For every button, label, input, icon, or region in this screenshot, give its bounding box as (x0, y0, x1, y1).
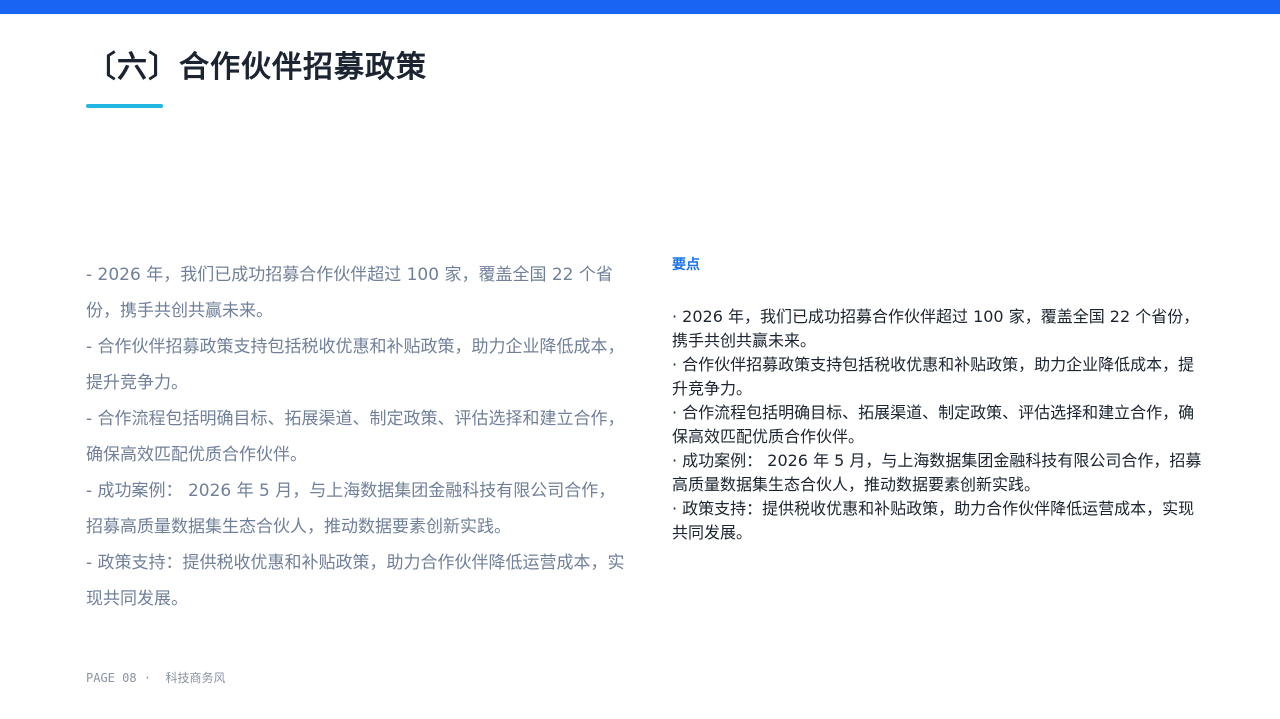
key-point-item: · 成功案例： 2026 年 5 月，与上海数据集团金融科技有限公司合作，招募高… (672, 451, 1202, 494)
page-number: PAGE 08 (86, 671, 137, 685)
body-bullet-item: - 成功案例： 2026 年 5 月，与上海数据集团金融科技有限公司合作，招募高… (86, 481, 616, 537)
title-underline (86, 104, 163, 108)
key-points-list: · 2026 年，我们已成功招募合作伙伴超过 100 家，覆盖全国 22 个省份… (672, 305, 1202, 545)
body-bullet-item: - 合作伙伴招募政策支持包括税收优惠和补贴政策，助力企业降低成本，提升竞争力。 (86, 337, 625, 393)
top-accent-bar (0, 0, 1280, 14)
body-bullet-list: - 2026 年，我们已成功招募合作伙伴超过 100 家，覆盖全国 22 个省份… (86, 257, 626, 617)
key-point-item: · 合作伙伴招募政策支持包括税收优惠和补贴政策，助力企业降低成本，提升竞争力。 (672, 355, 1195, 398)
body-bullet-item: - 2026 年，我们已成功招募合作伙伴超过 100 家，覆盖全国 22 个省份… (86, 265, 613, 321)
slide-footer: PAGE 08 · 科技商务风 (86, 669, 226, 686)
key-point-item: · 政策支持：提供税收优惠和补贴政策，助力合作伙伴降低运营成本，实现共同发展。 (672, 499, 1195, 542)
body-bullet-item: - 政策支持：提供税收优惠和补贴政策，助力合作伙伴降低运营成本，实现共同发展。 (86, 553, 625, 609)
slide-title: 〔六〕合作伙伴招募政策 (86, 50, 427, 85)
key-point-item: · 2026 年，我们已成功招募合作伙伴超过 100 家，覆盖全国 22 个省份… (672, 307, 1200, 350)
key-points-panel: 要点 · 2026 年，我们已成功招募合作伙伴超过 100 家，覆盖全国 22 … (672, 254, 1202, 545)
slide: 〔六〕合作伙伴招募政策 - 2026 年，我们已成功招募合作伙伴超过 100 家… (0, 0, 1280, 719)
footer-separator: · (143, 671, 152, 685)
body-bullet-item: - 合作流程包括明确目标、拓展渠道、制定政策、评估选择和建立合作，确保高效匹配优… (86, 409, 625, 465)
theme-label: 科技商务风 (165, 671, 226, 685)
key-points-heading: 要点 (672, 257, 700, 273)
key-point-item: · 合作流程包括明确目标、拓展渠道、制定政策、评估选择和建立合作，确保高效匹配优… (672, 403, 1195, 446)
